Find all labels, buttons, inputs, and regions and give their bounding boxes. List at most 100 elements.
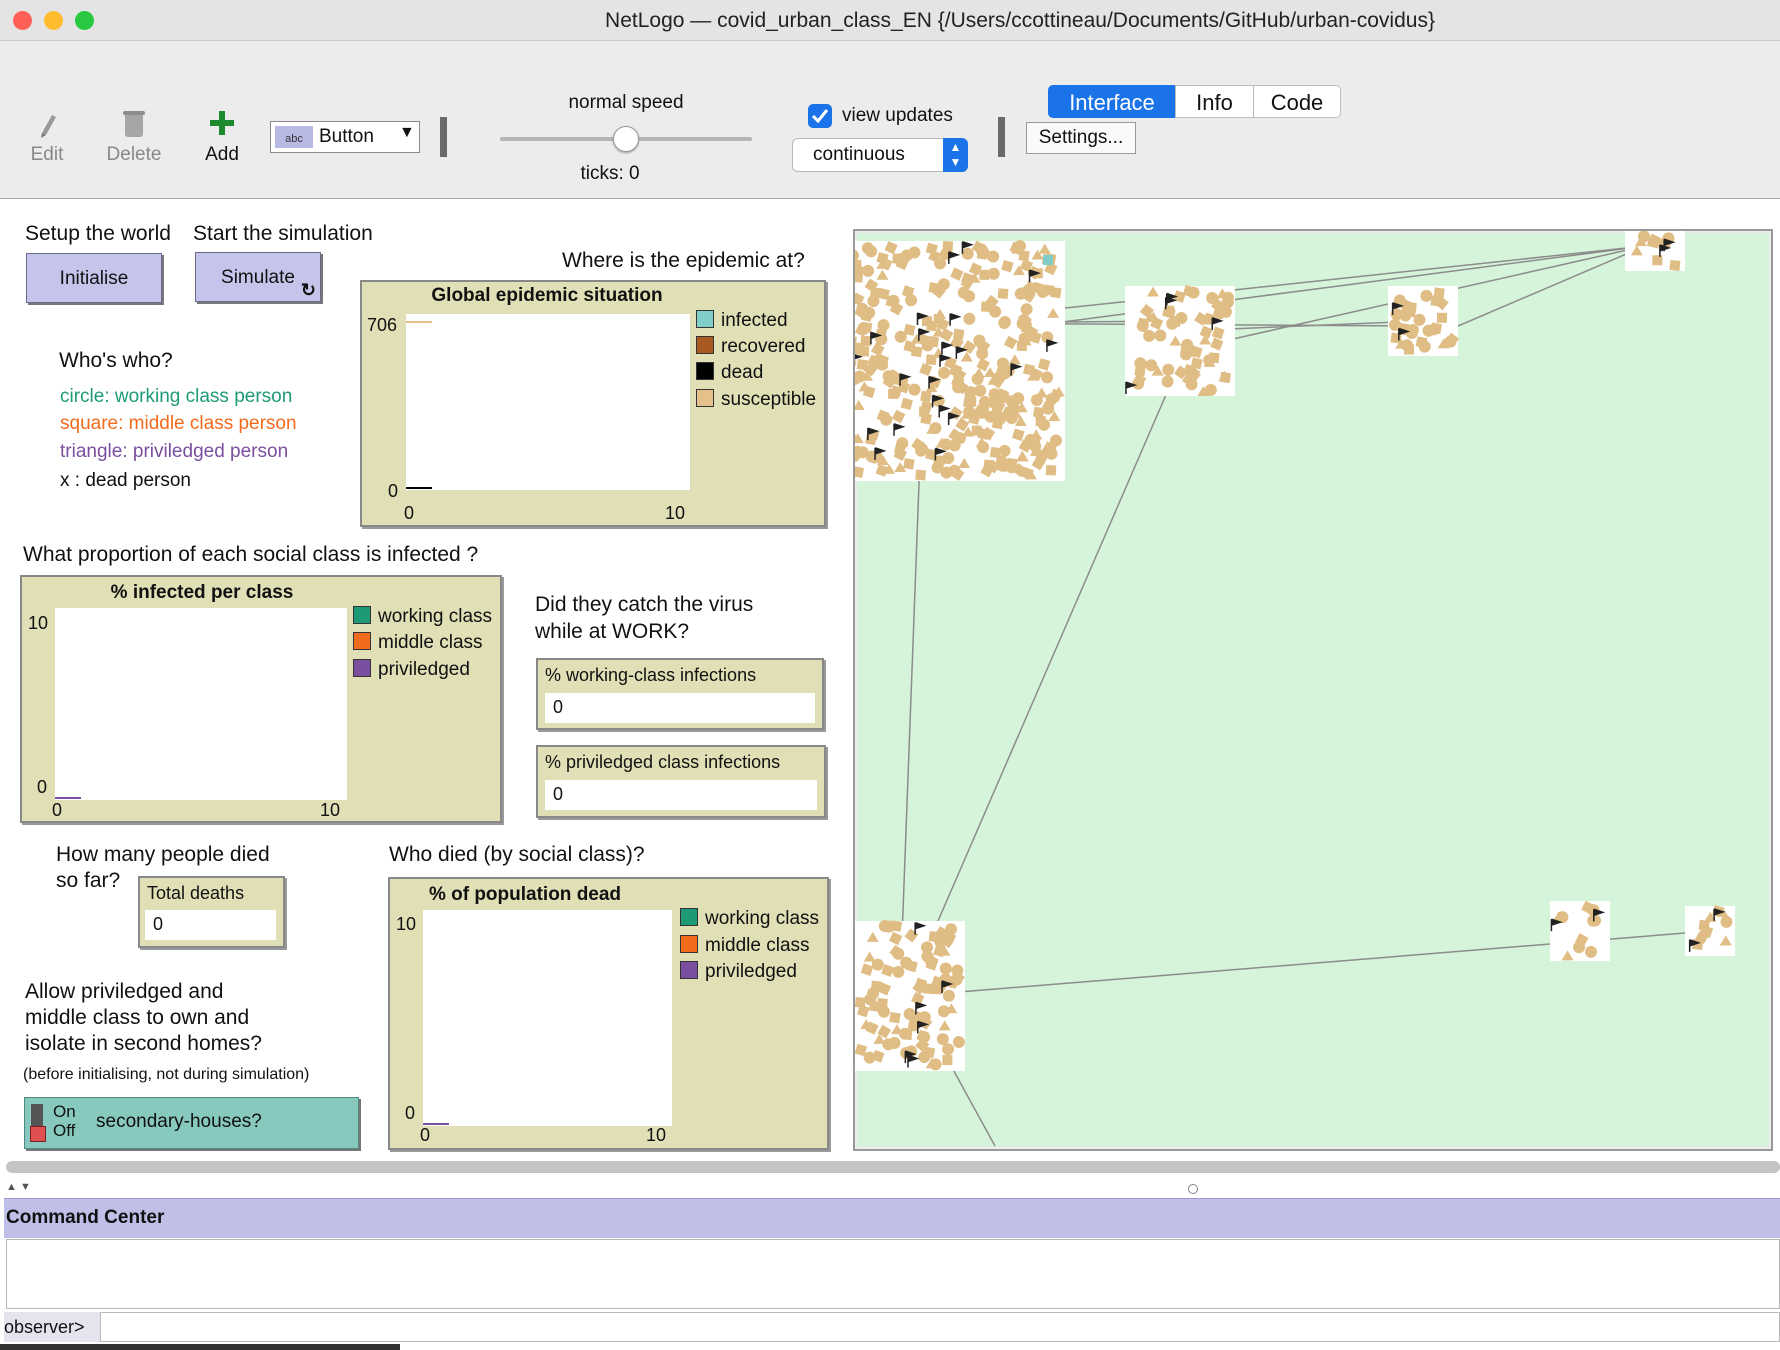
working-class-person-icon	[987, 267, 1000, 280]
legend-text: middle class	[705, 935, 810, 956]
y-tick-max: 10	[28, 613, 49, 633]
window-title: NetLogo — covid_urban_class_EN {/Users/c…	[605, 9, 1435, 32]
command-input[interactable]	[100, 1312, 1780, 1342]
middle-class-person-icon	[1436, 312, 1448, 323]
y-tick-min: 0	[37, 777, 48, 797]
working-class-person-icon	[921, 950, 934, 963]
toolbar-divider	[998, 117, 1005, 157]
legend-text: priviledged	[378, 659, 470, 680]
delete-button[interactable]: Delete	[100, 107, 168, 166]
legend-swatch	[353, 659, 371, 677]
plot-lines	[423, 1123, 449, 1125]
working-class-person-icon	[894, 330, 907, 343]
working-class-person-icon	[915, 444, 928, 457]
middle-class-person-icon	[903, 458, 915, 470]
legend-swatch	[696, 336, 714, 354]
trash-icon	[123, 111, 145, 137]
command-center-header: Command Center	[4, 1198, 1780, 1238]
toolbar: Interface Info Code Edit Delete Add abc …	[0, 41, 1780, 199]
secondary-houses-switch[interactable]: On Off secondary-houses?	[24, 1097, 359, 1149]
add-label: Add	[205, 144, 239, 165]
middle-class-person-icon	[997, 288, 1009, 300]
tab-interface-label: Interface	[1069, 90, 1155, 115]
working-class-person-icon	[918, 1051, 931, 1064]
command-center-title: Command Center	[6, 1207, 165, 1228]
settings-button[interactable]: Settings...	[1026, 122, 1136, 154]
working-class-person-icon	[1444, 335, 1457, 348]
y-tick-max: 706	[367, 315, 398, 335]
tab-code-label: Code	[1270, 90, 1324, 115]
working-class-person-icon	[1161, 375, 1174, 388]
y-tick-min: 0	[405, 1103, 416, 1123]
observer-prompt[interactable]: observer>	[4, 1312, 100, 1342]
bottom-edge	[0, 1344, 400, 1350]
working-class-person-icon	[864, 993, 877, 1006]
legend-swatch	[680, 961, 698, 979]
working-class-person-icon	[896, 437, 909, 450]
legend-dead: x : dead person	[60, 470, 191, 491]
working-class-person-icon	[1013, 240, 1026, 253]
middle-class-person-icon	[870, 980, 882, 992]
plot-area	[406, 314, 690, 490]
split-handle-icon[interactable]	[1188, 1184, 1198, 1194]
died-question-line1: How many people died	[56, 843, 270, 866]
middle-class-person-icon	[920, 390, 932, 403]
x-tick-min: 0	[420, 1125, 431, 1145]
middle-class-person-icon	[901, 1029, 913, 1041]
working-class-person-icon	[1038, 418, 1051, 431]
add-button[interactable]: Add	[196, 107, 248, 166]
legend-text: susceptible	[721, 389, 817, 410]
monitor-label: Total deaths	[147, 883, 245, 903]
update-mode-select[interactable]: continuous ▲ ▼	[792, 138, 968, 172]
simulate-button[interactable]: Simulate ↻	[195, 252, 321, 302]
working-class-person-icon	[976, 403, 989, 416]
legend-priviledged: priviledged	[680, 961, 797, 983]
tab-info[interactable]: Info	[1175, 85, 1254, 118]
switch-on-label: On	[53, 1102, 76, 1121]
middle-class-person-icon	[928, 931, 940, 943]
work-question-line2: while at WORK?	[535, 620, 690, 643]
middle-class-person-icon	[928, 282, 940, 294]
x-tick-min: 0	[404, 503, 415, 523]
second-homes-line1: Allow priviledged and	[25, 980, 224, 1003]
tab-code[interactable]: Code	[1253, 85, 1341, 118]
working-class-person-icon	[938, 366, 951, 379]
split-arrows-icon[interactable]: ▲ ▼	[6, 1181, 31, 1193]
working-class-person-icon	[882, 370, 895, 383]
middle-class-person-icon	[889, 1011, 901, 1024]
working-class-person-icon	[948, 464, 961, 477]
widget-type-dropdown[interactable]: abc Button ▼	[270, 121, 420, 153]
working-class-person-icon	[942, 989, 955, 1002]
legend-text: dead	[721, 362, 764, 383]
working-class-person-icon	[1018, 313, 1031, 326]
monitor-total-deaths: Total deaths 0	[138, 876, 285, 948]
middle-class-person-icon	[915, 469, 927, 481]
tab-interface[interactable]: Interface	[1048, 85, 1176, 118]
update-mode-value: continuous	[813, 144, 905, 165]
panel-splitter[interactable]	[6, 1161, 1780, 1173]
view-updates-checkbox[interactable]	[808, 104, 832, 128]
working-class-person-icon	[952, 1036, 965, 1049]
legend-susceptible: susceptible	[696, 389, 816, 411]
working-class-person-icon	[942, 1043, 955, 1056]
where-epidemic-label: Where is the epidemic at?	[562, 249, 805, 272]
legend-circle: circle: working class person	[60, 386, 293, 407]
x-tick-min: 0	[52, 800, 63, 820]
legend-priviledged: priviledged	[353, 659, 470, 681]
legend-middle-class: middle class	[353, 632, 483, 654]
middle-class-person-icon	[864, 433, 877, 446]
legend-text: priviledged	[705, 961, 797, 982]
working-class-person-icon	[892, 965, 905, 978]
legend-swatch	[353, 606, 371, 624]
world-view[interactable]	[855, 231, 1771, 1149]
initialise-button[interactable]: Initialise	[26, 253, 162, 303]
legend-text: recovered	[721, 336, 806, 357]
edit-label: Edit	[30, 144, 64, 165]
edit-button[interactable]: Edit	[20, 107, 74, 166]
working-class-person-icon	[973, 334, 986, 347]
working-class-person-icon	[1166, 317, 1179, 330]
plot-global-epidemic: Global epidemic situation 706 0 0 10 inf…	[360, 280, 826, 527]
working-class-person-icon	[892, 947, 905, 960]
speed-slider-thumb[interactable]	[613, 126, 639, 152]
switch-handle-icon[interactable]	[30, 1126, 46, 1142]
